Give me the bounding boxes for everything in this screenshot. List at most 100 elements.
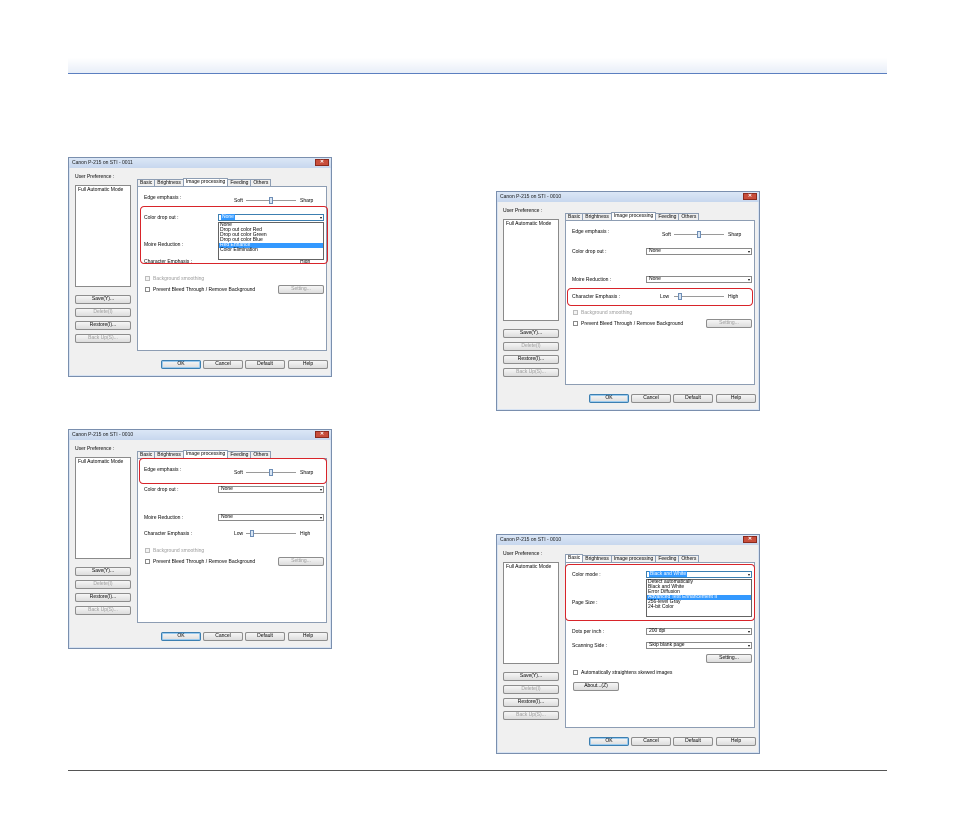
list-item[interactable]: Full Automatic Mode (504, 563, 558, 571)
setting-button[interactable]: Setting... (278, 285, 324, 294)
character-emphasis-slider[interactable] (246, 530, 296, 537)
save-button[interactable]: Save(Y)... (75, 295, 131, 304)
moire-reduction-select[interactable]: None ▾ (646, 276, 752, 283)
tab-others[interactable]: Others (250, 451, 272, 458)
ok-button[interactable]: OK (161, 360, 201, 369)
user-preference-list[interactable]: Full Automatic Mode (503, 219, 559, 321)
list-item[interactable]: Full Automatic Mode (76, 186, 130, 194)
cancel-button[interactable]: Cancel (203, 632, 243, 641)
tab-feeding[interactable]: Feeding (227, 179, 252, 186)
bg-smoothing-checkbox[interactable] (573, 310, 578, 315)
tab-image-processing[interactable]: Image processing (182, 178, 229, 186)
backup-button[interactable]: Back Up(S)... (503, 368, 559, 377)
default-button[interactable]: Default (673, 737, 713, 746)
setting-button[interactable]: Setting... (706, 319, 752, 328)
tab-image-processing[interactable]: Image processing (182, 450, 229, 458)
backup-button[interactable]: Back Up(S)... (75, 606, 131, 615)
backup-button[interactable]: Back Up(S)... (75, 334, 131, 343)
default-button[interactable]: Default (245, 632, 285, 641)
color-mode-option[interactable]: 24-bit Color (647, 605, 751, 610)
restore-button[interactable]: Restore(I)... (503, 355, 559, 364)
tab-others[interactable]: Others (678, 213, 700, 220)
slider-thumb[interactable] (250, 530, 254, 537)
dropout-option[interactable]: Color Elimination (219, 248, 323, 253)
tab-image-processing[interactable]: Image processing (610, 555, 657, 562)
delete-button[interactable]: Delete(I) (75, 308, 131, 317)
delete-button[interactable]: Delete(I) (75, 580, 131, 589)
close-icon[interactable]: ✕ (315, 431, 329, 438)
default-button[interactable]: Default (245, 360, 285, 369)
tab-brightness[interactable]: Brightness (582, 555, 612, 562)
cancel-button[interactable]: Cancel (203, 360, 243, 369)
cancel-button[interactable]: Cancel (631, 737, 671, 746)
default-button[interactable]: Default (673, 394, 713, 403)
auto-straighten-checkbox[interactable] (573, 670, 578, 675)
prevent-bleed-checkbox[interactable] (573, 321, 578, 326)
tab-basic[interactable]: Basic (565, 554, 584, 562)
help-button[interactable]: Help (716, 737, 756, 746)
user-preference-list[interactable]: Full Automatic Mode (75, 457, 131, 559)
ok-button[interactable]: OK (161, 632, 201, 641)
tab-feeding[interactable]: Feeding (227, 451, 252, 458)
bg-smoothing-checkbox[interactable] (145, 276, 150, 281)
tab-brightness[interactable]: Brightness (154, 451, 184, 458)
slider-thumb[interactable] (269, 197, 273, 204)
slider-thumb[interactable] (269, 469, 273, 476)
close-icon[interactable]: ✕ (743, 536, 757, 543)
bg-smoothing-checkbox[interactable] (145, 548, 150, 553)
ok-button[interactable]: OK (589, 737, 629, 746)
list-item[interactable]: Full Automatic Mode (76, 458, 130, 466)
dpi-select[interactable]: 200 dpi ▾ (646, 628, 752, 635)
tab-basic[interactable]: Basic (137, 451, 156, 458)
tab-feeding[interactable]: Feeding (655, 555, 680, 562)
tab-image-processing[interactable]: Image processing (610, 212, 657, 220)
prevent-bleed-checkbox[interactable] (145, 287, 150, 292)
user-preference-list[interactable]: Full Automatic Mode (503, 562, 559, 664)
chevron-down-icon: ▾ (747, 629, 750, 634)
character-emphasis-slider[interactable] (674, 293, 724, 300)
moire-reduction-select[interactable]: None ▾ (218, 514, 324, 521)
color-dropout-select[interactable]: None ▾ (646, 248, 752, 255)
scanning-side-select[interactable]: Skip blank page ▾ (646, 642, 752, 649)
close-icon[interactable]: ✕ (743, 193, 757, 200)
save-button[interactable]: Save(Y)... (75, 567, 131, 576)
color-mode-select[interactable]: Black and White ▾ (646, 571, 752, 578)
high-label: High (300, 531, 311, 537)
soft-label: Soft (234, 198, 243, 204)
slider-thumb[interactable] (678, 293, 682, 300)
ok-button[interactable]: OK (589, 394, 629, 403)
setting-button[interactable]: Setting... (706, 654, 752, 663)
color-dropout-select[interactable]: None ▾ (218, 486, 324, 493)
moire-reduction-label: Moire Reduction : (144, 242, 184, 248)
setting-button[interactable]: Setting... (278, 557, 324, 566)
edge-emphasis-slider[interactable] (246, 469, 296, 476)
save-button[interactable]: Save(Y)... (503, 672, 559, 681)
list-item[interactable]: Full Automatic Mode (504, 220, 558, 228)
restore-button[interactable]: Restore(I)... (75, 321, 131, 330)
restore-button[interactable]: Restore(I)... (75, 593, 131, 602)
color-dropout-select[interactable]: None ▾ (218, 214, 324, 221)
tab-basic[interactable]: Basic (137, 179, 156, 186)
tab-feeding[interactable]: Feeding (655, 213, 680, 220)
save-button[interactable]: Save(Y)... (503, 329, 559, 338)
user-preference-list[interactable]: Full Automatic Mode (75, 185, 131, 287)
edge-emphasis-slider[interactable] (246, 197, 296, 204)
tab-brightness[interactable]: Brightness (582, 213, 612, 220)
about-button[interactable]: About...(Z) (573, 682, 619, 691)
prevent-bleed-checkbox[interactable] (145, 559, 150, 564)
slider-thumb[interactable] (697, 231, 701, 238)
cancel-button[interactable]: Cancel (631, 394, 671, 403)
tab-others[interactable]: Others (250, 179, 272, 186)
edge-emphasis-slider[interactable] (674, 231, 724, 238)
help-button[interactable]: Help (288, 360, 328, 369)
help-button[interactable]: Help (288, 632, 328, 641)
tab-brightness[interactable]: Brightness (154, 179, 184, 186)
tab-others[interactable]: Others (678, 555, 700, 562)
close-icon[interactable]: ✕ (315, 159, 329, 166)
tab-basic[interactable]: Basic (565, 213, 584, 220)
restore-button[interactable]: Restore(I)... (503, 698, 559, 707)
backup-button[interactable]: Back Up(S)... (503, 711, 559, 720)
delete-button[interactable]: Delete(I) (503, 685, 559, 694)
delete-button[interactable]: Delete(I) (503, 342, 559, 351)
help-button[interactable]: Help (716, 394, 756, 403)
